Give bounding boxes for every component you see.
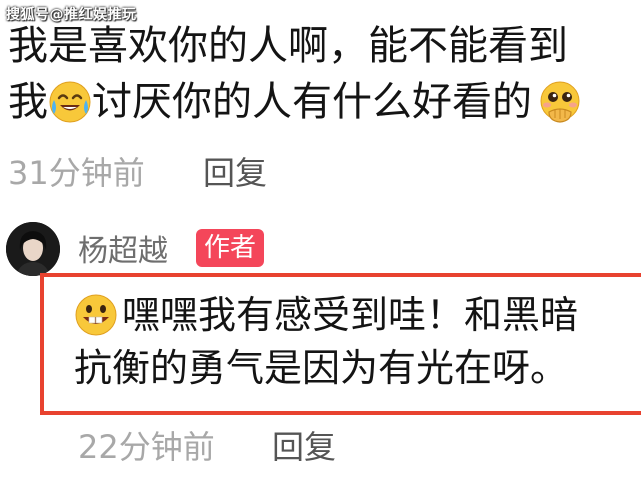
comment-text-segment: 我	[8, 79, 48, 125]
comment-text-line2: 我 讨厌你的人有什么好看的	[8, 78, 582, 126]
author-avatar[interactable]	[6, 222, 60, 276]
grinning-teeth-emoji-icon	[75, 294, 117, 336]
comment-text-segment: 讨厌你的人有什么好看的	[92, 79, 532, 125]
reply-text-segment: 嘿嘿我有感受到哇！和黑暗	[122, 293, 579, 337]
author-username[interactable]: 杨超越	[78, 226, 168, 270]
comment-reply-button[interactable]: 回复	[203, 148, 267, 194]
crying-laughing-emoji-icon	[49, 81, 91, 123]
comment-text-line1: 我是喜欢你的人啊，能不能看到	[8, 23, 568, 69]
avatar-portrait-icon	[6, 222, 60, 276]
comment-timestamp: 31分钟前	[8, 154, 145, 192]
reply-reply-button[interactable]: 回复	[272, 422, 336, 468]
pleading-hands-over-mouth-emoji-icon	[540, 81, 580, 123]
reply-text-line2: 抗衡的勇气是因为有光在呀。	[74, 346, 569, 390]
author-badge: 作者	[196, 229, 265, 267]
reply-timestamp: 22分钟前	[78, 428, 215, 466]
watermark: 搜狐号@推红娱推玩	[6, 7, 137, 23]
reply-text-line1: 嘿嘿我有感受到哇！和黑暗	[74, 292, 578, 338]
screenshot-stage: 搜狐号@推红娱推玩 我是喜欢你的人啊，能不能看到 我 讨厌你的人有什么好看的 3…	[0, 0, 641, 481]
